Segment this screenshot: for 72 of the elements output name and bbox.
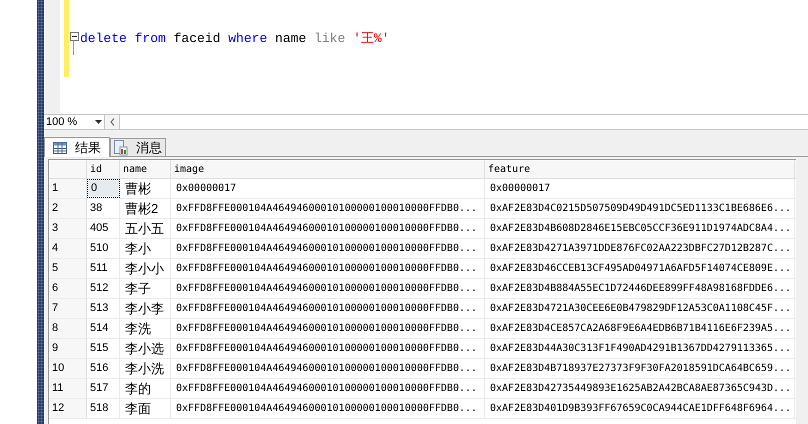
row-number[interactable]: 12 (49, 399, 87, 418)
table-cell: 李小洗 (120, 359, 171, 378)
row-number[interactable]: 5 (49, 259, 87, 278)
table-cell: 0xAF2E83D4B884A55EC1D72446DEE899FF48A98168FDDE6... (485, 279, 795, 298)
table-cell: 0xAF2E83D4B608D2846E15EBC05CCF36E911D1974ADC8A4... (485, 219, 795, 238)
table-cell: 曹彬 (120, 179, 171, 198)
caret-icon (95, 120, 102, 124)
table-cell: 李小李 (120, 299, 171, 318)
column-header[interactable]: image (171, 160, 485, 178)
table-cell: 0xAF2E83D4B718937E27373F9F30FA2018591DCA64BC659... (485, 359, 795, 378)
scroll-left-button[interactable] (104, 115, 120, 129)
row-number[interactable]: 9 (49, 339, 87, 358)
table-cell: 0xFFD8FFE000104A46494600010100000100010000FFDB0... (171, 379, 485, 398)
table-cell: 513 (87, 299, 120, 318)
table-cell: 0xAF2E83D4721A30CEE6E0B479829DF12A53C0A1108C45F... (485, 299, 795, 318)
table-cell: 李子 (120, 279, 171, 298)
table-cell: 0xFFD8FFE000104A46494600010100000100010000FFDB0... (171, 399, 485, 418)
table-icon (53, 142, 67, 154)
table-cell: 518 (87, 399, 120, 418)
table-cell: 0xFFD8FFE000104A46494600010100000100010000FFDB0... (171, 339, 485, 358)
table-cell: 五小五 (120, 219, 171, 238)
column-header[interactable]: name (120, 160, 171, 178)
table-cell: 38 (87, 199, 120, 218)
table-cell: 0xFFD8FFE000104A46494600010100000100010000FFDB0... (171, 259, 485, 278)
row-number[interactable]: 6 (49, 279, 87, 298)
table-cell: 0xAF2E83D46CCEB13CF495AD04971A6AFD5F14074CE809E... (485, 259, 795, 278)
row-number[interactable]: 2 (49, 199, 87, 218)
table-cell: 0 (87, 179, 120, 198)
table-cell: 0xAF2E83D401D9B393FF67659C0CA944CAE1DFF648F6964... (485, 399, 795, 418)
table-cell: 514 (87, 319, 120, 338)
table-cell: 李洗 (120, 319, 171, 338)
table-cell: 李小小 (120, 259, 171, 278)
table-cell: 517 (87, 379, 120, 398)
row-number[interactable]: 4 (49, 239, 87, 258)
table-cell: 510 (87, 239, 120, 258)
table-cell: 李的 (120, 379, 171, 398)
table-cell: 0xAF2E83D4C0215D507509D49D491DC5ED1133C1BE686E6... (485, 199, 795, 218)
result-tab[interactable]: 结果 (44, 137, 110, 157)
table-cell: 0xFFD8FFE000104A46494600010100000100010000FFDB0... (171, 279, 485, 298)
table-cell: 0x00000017 (485, 179, 795, 198)
table-cell: 515 (87, 339, 120, 358)
table-cell: 511 (87, 259, 120, 278)
table-cell: 0xFFD8FFE000104A46494600010100000100010000FFDB0... (171, 319, 485, 338)
table-cell: 李小 (120, 239, 171, 258)
table-cell: 0xFFD8FFE000104A46494600010100000100010000FFDB0... (171, 299, 485, 318)
chevron-left-icon (110, 118, 114, 126)
table-cell: 李面 (120, 399, 171, 418)
table-cell: 0xAF2E83D42735449893E1625AB2A42BCA8AE87365C943D... (485, 379, 795, 398)
table-cell: 512 (87, 279, 120, 298)
row-number[interactable]: 3 (49, 219, 87, 238)
table-cell: 516 (87, 359, 120, 378)
table-cell: 0xAF2E83D4271A3971DDE876FC02AA223DBFC27D12B287C... (485, 239, 795, 258)
table-cell: 0xFFD8FFE000104A46494600010100000100010000FFDB0... (171, 219, 485, 238)
column-header[interactable]: feature (485, 160, 795, 178)
table-cell: 0x00000017 (171, 179, 485, 198)
row-number[interactable]: 11 (49, 379, 87, 398)
table-cell: 李小选 (120, 339, 171, 358)
row-number[interactable]: 10 (49, 359, 87, 378)
table-cell: 0xAF2E83D4CE857CA2A68F9E6A4EDB6B71B4116E6F239A5... (485, 319, 795, 338)
table-cell: 0xFFD8FFE000104A46494600010100000100010000FFDB0... (171, 239, 485, 258)
table-cell: 0xAF2E83D44A30C313F1F490AD4291B1367DD4279113365... (485, 339, 795, 358)
table-cell: 0xFFD8FFE000104A46494600010100000100010000FFDB0... (171, 359, 485, 378)
code-line: delete from faceid where name like '王%' (80, 30, 390, 48)
table-cell: 曹彬2 (120, 199, 171, 218)
row-number[interactable]: 8 (49, 319, 87, 338)
row-number[interactable]: 1 (49, 179, 87, 198)
column-header[interactable]: id (87, 160, 120, 178)
collapse-icon[interactable] (70, 32, 79, 41)
table-cell: 405 (87, 219, 120, 238)
table-cell: 0xFFD8FFE000104A46494600010100000100010000FFDB0... (171, 199, 485, 218)
result-tab[interactable]: 消息 (110, 138, 166, 156)
row-number[interactable]: 7 (49, 299, 87, 318)
